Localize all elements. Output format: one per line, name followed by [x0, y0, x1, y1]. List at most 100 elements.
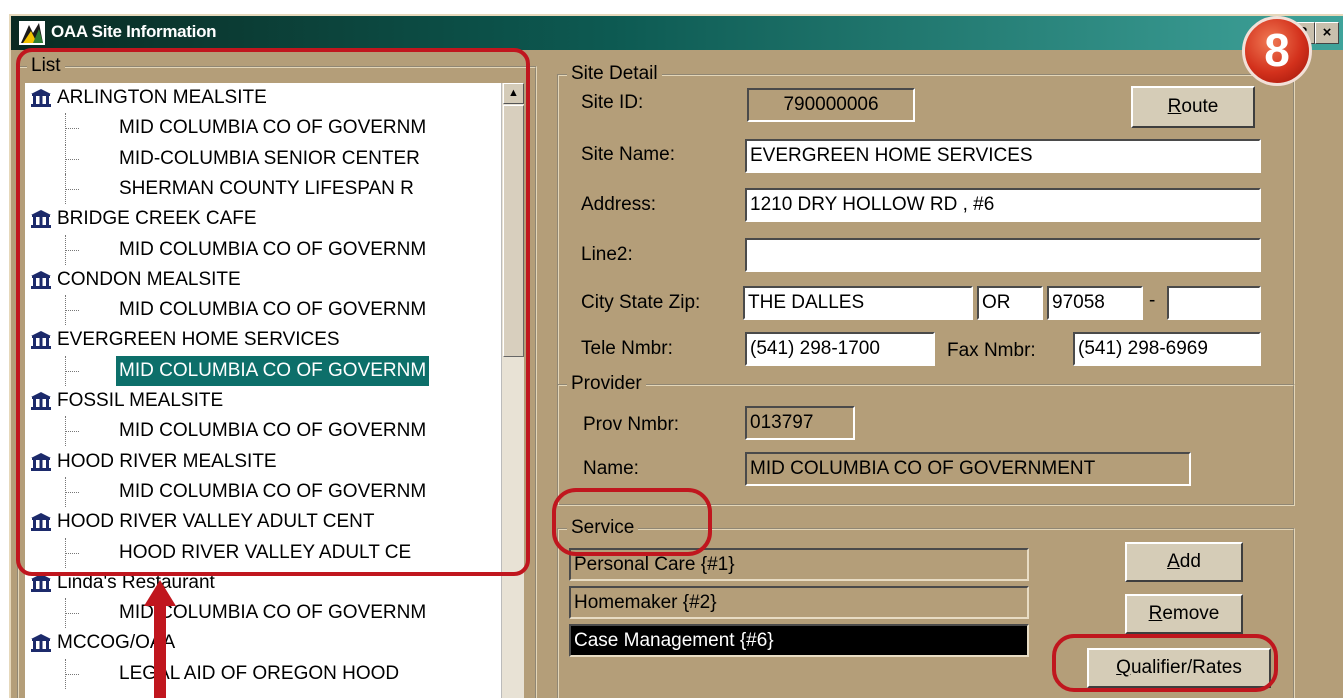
tree-provider-item[interactable]: HOOD RIVER VALLEY ADULT CE	[25, 537, 501, 568]
tree-site-item[interactable]: Linda's Restaurant	[25, 568, 501, 598]
scroll-up-icon[interactable]: ▲	[503, 83, 524, 104]
tree-branch	[65, 188, 79, 190]
site-name-input[interactable]: EVERGREEN HOME SERVICES	[745, 139, 1261, 173]
route-button[interactable]: Route	[1131, 86, 1255, 128]
site-detail-legend: Site Detail	[567, 63, 662, 85]
address-input[interactable]: 1210 DRY HOLLOW RD , #6	[745, 188, 1261, 222]
site-detail-group: Site Detail Site ID: 790000006 Route Sit…	[557, 63, 1295, 386]
callout-arrow-icon	[144, 580, 176, 698]
tree-item-label: MID COLUMBIA CO OF GOVERNM	[119, 480, 427, 502]
oaa-site-information-window: OAA Site Information ? × List ARLINGTON …	[9, 14, 1343, 698]
tree-provider-item[interactable]: MID COLUMBIA CO OF GOVERNM	[25, 598, 501, 629]
tree-branch	[65, 431, 79, 433]
tree-site-item[interactable]: CONDON MEALSITE	[25, 265, 501, 295]
list-group: List ARLINGTON MEALSITE MID COLUMBIA CO O…	[17, 55, 537, 698]
state-input[interactable]: OR	[977, 286, 1043, 320]
tree-item-label: ARLINGTON MEALSITE	[57, 87, 267, 108]
add-service-button[interactable]: Add	[1125, 542, 1243, 582]
provider-group: Provider Prov Nmbr: 013797 Name: MID COL…	[557, 373, 1295, 506]
tree-item-label: MID COLUMBIA CO OF GOVERNM	[119, 117, 427, 139]
service-item-case-management[interactable]: Case Management {#6}	[569, 624, 1029, 657]
tree-item-label: MID COLUMBIA CO OF GOVERNM	[119, 420, 427, 442]
remove-service-button[interactable]: Remove	[1125, 594, 1243, 634]
tree-item-label: HOOD RIVER VALLEY ADULT CE	[119, 541, 412, 563]
fax-label: Fax Nmbr:	[947, 340, 1036, 361]
site-name-label: Site Name:	[581, 144, 675, 165]
tree-branch	[65, 673, 79, 675]
tree-branch	[65, 249, 79, 251]
tree-provider-item[interactable]: MID COLUMBIA CO OF GOVERNM	[25, 355, 501, 386]
service-group: Service Personal Care {#1} Homemaker {#2…	[557, 517, 1295, 698]
tree-item-label: MID-COLUMBIA SENIOR CENTER	[119, 147, 420, 169]
tele-input[interactable]: (541) 298-1700	[745, 332, 935, 366]
line2-label: Line2:	[581, 244, 633, 265]
tree-site-item[interactable]: FOSSIL MEALSITE	[25, 386, 501, 416]
city-state-zip-label: City State Zip:	[581, 292, 701, 313]
title-bar[interactable]: OAA Site Information ? ×	[11, 16, 1343, 50]
fax-input[interactable]: (541) 298-6969	[1073, 332, 1261, 366]
tree-item-label: HOOD RIVER MEALSITE	[57, 450, 277, 472]
service-legend: Service	[567, 517, 639, 539]
tree-provider-item[interactable]: LEGAL AID OF OREGON HOOD	[25, 658, 501, 689]
tree-site-item[interactable]: HOOD RIVER VALLEY ADULT CENT	[25, 507, 501, 537]
list-group-legend: List	[27, 55, 65, 77]
tree-branch	[65, 128, 79, 130]
tree-provider-item[interactable]: MID COLUMBIA CO OF GOVERNM	[25, 234, 501, 265]
tree-site-item[interactable]: MCCOG/OAA	[25, 628, 501, 658]
service-item-personal-care[interactable]: Personal Care {#1}	[569, 548, 1029, 581]
tree-provider-item[interactable]: MID COLUMBIA CO OF GOVERNM	[25, 416, 501, 447]
line2-input[interactable]	[745, 238, 1261, 272]
tree-provider-item[interactable]: SHERMAN COUNTY LIFESPAN R	[25, 173, 501, 204]
tree-item-label: BRIDGE CREEK CAFE	[57, 208, 257, 230]
provider-legend: Provider	[567, 373, 646, 395]
tree-branch	[65, 158, 79, 160]
building-icon	[31, 210, 51, 229]
tree-branch	[65, 613, 79, 615]
site-tree[interactable]: ARLINGTON MEALSITE MID COLUMBIA CO OF GOV…	[25, 83, 501, 698]
site-id-field: 790000006	[747, 88, 915, 122]
desktop-top-strip	[0, 0, 1343, 14]
tree-item-label: MID COLUMBIA CO OF GOVERNM	[119, 238, 427, 260]
zip-input[interactable]: 97058	[1047, 286, 1143, 320]
tree-item-label: MID COLUMBIA CO OF GOVERNM	[116, 355, 430, 386]
window-title: OAA Site Information	[51, 22, 217, 41]
building-icon	[31, 573, 51, 592]
tree-item-label: MID COLUMBIA CO OF GOVERNM	[119, 299, 427, 321]
site-id-label: Site ID:	[581, 92, 644, 113]
close-button[interactable]: ×	[1315, 22, 1339, 44]
qualifier-rates-button[interactable]: Qualifier/Rates	[1087, 648, 1271, 688]
tree-item-label: EVERGREEN HOME SERVICES	[57, 329, 340, 351]
prov-nmbr-label: Prov Nmbr:	[583, 414, 680, 435]
tree-provider-item[interactable]: MID COLUMBIA CO OF GOVERNM	[25, 295, 501, 326]
tree-site-item[interactable]: HOOD RIVER MEALSITE	[25, 447, 501, 477]
address-label: Address:	[581, 194, 656, 215]
tree-branch	[65, 552, 79, 554]
zip-ext-input[interactable]	[1167, 286, 1261, 320]
tree-provider-item[interactable]: MID COLUMBIA CO OF GOVERNM	[25, 113, 501, 144]
service-item-homemaker[interactable]: Homemaker {#2}	[569, 586, 1029, 619]
tree-site-item[interactable]: EVERGREEN HOME SERVICES	[25, 325, 501, 355]
tele-label: Tele Nmbr:	[581, 338, 673, 359]
building-icon	[31, 513, 51, 532]
building-icon	[31, 634, 51, 653]
tree-provider-item[interactable]: MID COLUMBIA CO OF GOVERNM	[25, 476, 501, 507]
tree-site-item[interactable]: BRIDGE CREEK CAFE	[25, 204, 501, 234]
step-badge: 8	[1242, 16, 1312, 86]
tree-site-item[interactable]: ARLINGTON MEALSITE	[25, 83, 501, 113]
building-icon	[31, 331, 51, 350]
tree-provider-item[interactable]: MID-COLUMBIA SENIOR CENTER	[25, 143, 501, 174]
provider-name-label: Name:	[583, 458, 639, 479]
building-icon	[31, 270, 51, 289]
tree-item-label: Linda's Restaurant	[57, 571, 215, 593]
prov-nmbr-field: 013797	[745, 406, 855, 440]
tree-item-label: CONDON MEALSITE	[57, 268, 241, 290]
building-icon	[31, 392, 51, 410]
city-input[interactable]: THE DALLES	[743, 286, 973, 320]
tree-branch	[65, 310, 79, 312]
building-icon	[31, 452, 51, 471]
scroll-thumb[interactable]	[503, 105, 524, 357]
tree-scrollbar[interactable]: ▲	[501, 83, 524, 698]
tree-item-label: HOOD RIVER VALLEY ADULT CENT	[57, 511, 375, 533]
building-icon	[31, 89, 51, 107]
provider-name-field: MID COLUMBIA CO OF GOVERNMENT	[745, 452, 1191, 486]
